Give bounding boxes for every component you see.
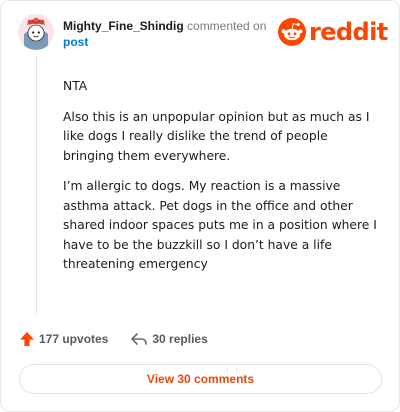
thread-line xyxy=(36,57,37,315)
comment-paragraph: I’m allergic to dogs. My reaction is a m… xyxy=(63,179,377,271)
avatar[interactable] xyxy=(18,14,54,50)
comment-actions: 177 upvotes 30 replies xyxy=(19,331,208,347)
post-link[interactable]: post xyxy=(63,35,88,49)
comment-paragraph: Also this is an unpopular opinion but as… xyxy=(63,109,370,163)
reddit-logo[interactable]: reddit xyxy=(278,17,388,47)
reddit-snoo-icon xyxy=(278,18,306,46)
reply-arrow-icon xyxy=(131,333,148,345)
upvote-button[interactable]: 177 upvotes xyxy=(19,331,108,347)
comment-body: NTA Also this is an unpopular opinion bu… xyxy=(63,77,381,286)
comment-paragraph: NTA xyxy=(63,79,88,93)
comment-header: Mighty_Fine_Shindig commented on post xyxy=(63,18,269,50)
replies-button[interactable]: 30 replies xyxy=(130,331,208,347)
upvotes-count: 177 upvotes xyxy=(39,332,109,346)
replies-count: 30 replies xyxy=(152,332,208,346)
commented-on-text: commented on xyxy=(187,19,267,33)
username[interactable]: Mighty_Fine_Shindig xyxy=(63,19,184,33)
comment-card: Mighty_Fine_Shindig commented on post re… xyxy=(0,0,400,412)
snoo-avatar-icon xyxy=(18,14,54,50)
upvote-arrow-icon xyxy=(20,332,34,346)
reddit-wordmark: reddit xyxy=(309,18,388,46)
view-comments-button[interactable]: View 30 comments xyxy=(19,364,382,394)
